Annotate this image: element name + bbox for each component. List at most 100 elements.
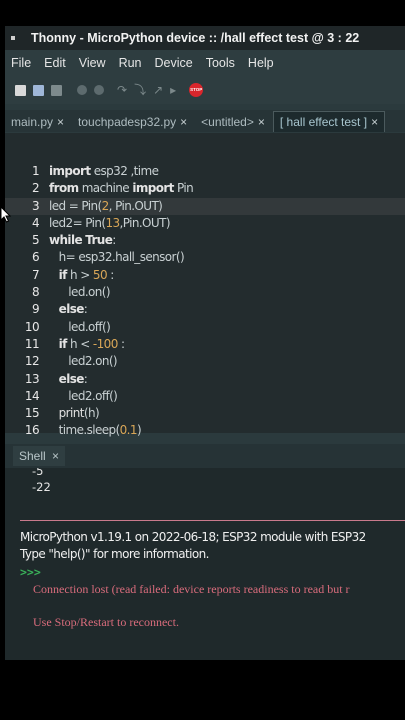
shell-output-line: -22 <box>32 480 51 494</box>
keyword-token: import <box>49 164 91 178</box>
code-text: led.on() <box>49 284 110 301</box>
tab-main-py[interactable]: main.py × <box>5 112 70 132</box>
menu-file[interactable]: File <box>11 56 31 70</box>
step-out-icon[interactable]: ↗ <box>153 84 163 96</box>
close-icon[interactable]: × <box>258 115 265 129</box>
code-token: led.off() <box>68 319 111 334</box>
shell-output-line: -5 <box>32 468 44 478</box>
menu-run[interactable]: Run <box>119 56 142 70</box>
code-text: led2.off() <box>49 388 118 405</box>
code-text: while True: <box>49 232 116 249</box>
stop-icon[interactable]: STOP <box>189 83 204 97</box>
code-text: led = Pin(2, Pin.OUT) <box>49 198 163 215</box>
close-icon[interactable]: × <box>180 115 187 129</box>
tab-label: Shell <box>19 449 46 463</box>
line-number: 12 <box>24 354 40 369</box>
code-line[interactable]: 11 if h < -100 : <box>5 336 405 353</box>
new-file-icon[interactable] <box>15 84 26 96</box>
number-token: 0.1 <box>119 423 138 438</box>
code-line[interactable]: 2 from machine import Pin <box>5 180 405 197</box>
tab-hall-effect-test[interactable]: [ hall effect test ] × <box>272 111 386 132</box>
code-token: h < <box>66 336 93 351</box>
keyword-token: else <box>58 371 85 386</box>
code-token: time.sleep( <box>58 423 121 438</box>
tab-shell[interactable]: Shell × <box>13 446 66 466</box>
code-line[interactable]: 3 led = Pin(2, Pin.OUT) <box>5 197 405 215</box>
menu-tools[interactable]: Tools <box>206 56 235 70</box>
line-number: 16 <box>24 423 40 438</box>
keyword-token: while <box>49 233 83 248</box>
code-line[interactable]: 12 led2.on() <box>5 353 405 370</box>
keyword-token: if <box>58 336 68 351</box>
code-line[interactable]: 13 else: <box>5 371 405 388</box>
tab-label: main.py <box>11 115 54 129</box>
line-number: 8 <box>31 285 40 300</box>
step-into-icon[interactable]: ⤵ <box>134 84 146 96</box>
tab-label: <untitled> <box>201 115 254 129</box>
menu-help[interactable]: Help <box>248 56 274 70</box>
menu-view[interactable]: View <box>79 56 106 70</box>
close-icon[interactable]: × <box>371 115 378 129</box>
debug-icon[interactable] <box>94 85 104 95</box>
line-number: 14 <box>24 388 40 403</box>
shell-prompt: >>> <box>20 565 41 579</box>
shell-panel[interactable]: -5 -22 MicroPython v1.19.1 on 2022-06-18… <box>5 468 405 660</box>
number-token: 50 <box>92 267 108 282</box>
keyword-token: if <box>58 267 68 282</box>
code-line[interactable]: 6 h= esp32.hall_sensor() <box>5 249 405 266</box>
close-icon[interactable]: × <box>57 115 64 129</box>
run-icon[interactable] <box>77 85 87 95</box>
code-line[interactable]: 5 while True: <box>5 232 405 249</box>
number-token: 13 <box>105 215 120 230</box>
resume-icon[interactable]: ▸ <box>170 84 176 96</box>
code-token: : <box>112 233 116 248</box>
code-token: h > <box>66 267 93 282</box>
shell-tab-bar: Shell × <box>5 444 405 468</box>
code-token: machine <box>78 181 133 196</box>
menu-bar: File Edit View Run Device Tools Help <box>5 50 405 76</box>
shell-banner-version: MicroPython v1.19.1 on 2022-06-18; ESP32… <box>20 530 366 544</box>
line-number: 9 <box>31 302 40 317</box>
code-text: led.off() <box>49 319 111 336</box>
close-icon[interactable]: × <box>52 449 59 463</box>
menu-edit[interactable]: Edit <box>44 56 66 70</box>
code-text: h= esp32.hall_sensor() <box>49 249 185 266</box>
line-number: 6 <box>31 250 40 265</box>
number-token: 2 <box>101 198 110 213</box>
code-token: led2= Pin( <box>49 215 106 230</box>
code-line[interactable]: 7 if h > 50 : <box>5 267 405 284</box>
code-line[interactable]: 4 led2= Pin(13,Pin.OUT) <box>5 215 405 232</box>
code-text: time.sleep(0.1) <box>49 422 142 439</box>
code-line[interactable]: 10 led.off() <box>5 319 405 336</box>
title-bar: Thonny - MicroPython device :: /hall eff… <box>5 26 405 50</box>
code-line[interactable]: 15 print(h) <box>5 405 405 422</box>
line-number: 1 <box>31 164 40 178</box>
open-file-icon[interactable] <box>33 84 44 96</box>
code-editor[interactable]: 1 import esp32 ,time 2 from machine import … <box>5 133 405 437</box>
code-text: else: <box>49 301 88 318</box>
save-file-icon[interactable] <box>51 84 62 96</box>
code-line[interactable]: 14 led2.off() <box>5 388 405 405</box>
menu-device[interactable]: Device <box>155 56 193 70</box>
restart-separator <box>20 520 405 521</box>
shell-error-connection: Connection lost (read failed: device rep… <box>33 582 350 596</box>
code-line[interactable]: 1 import esp32 ,time <box>5 163 405 180</box>
code-line[interactable]: 16 time.sleep(0.1) <box>5 422 405 439</box>
code-text: led2.on() <box>49 353 117 370</box>
code-token: Pin <box>173 181 194 196</box>
line-number: 11 <box>24 336 40 351</box>
step-over-icon[interactable]: ↷ <box>117 84 127 96</box>
code-line[interactable]: 9 else: <box>5 301 405 318</box>
window-menu-icon[interactable] <box>11 36 15 40</box>
code-line[interactable]: 8 led.on() <box>5 284 405 301</box>
tab-untitled[interactable]: <untitled> × <box>195 112 271 132</box>
shell-error-reconnect: Use Stop/Restart to reconnect. <box>33 615 179 629</box>
code-token: led.on() <box>68 285 110 300</box>
tab-touchpadesp32-py[interactable]: touchpadesp32.py × <box>72 112 193 132</box>
